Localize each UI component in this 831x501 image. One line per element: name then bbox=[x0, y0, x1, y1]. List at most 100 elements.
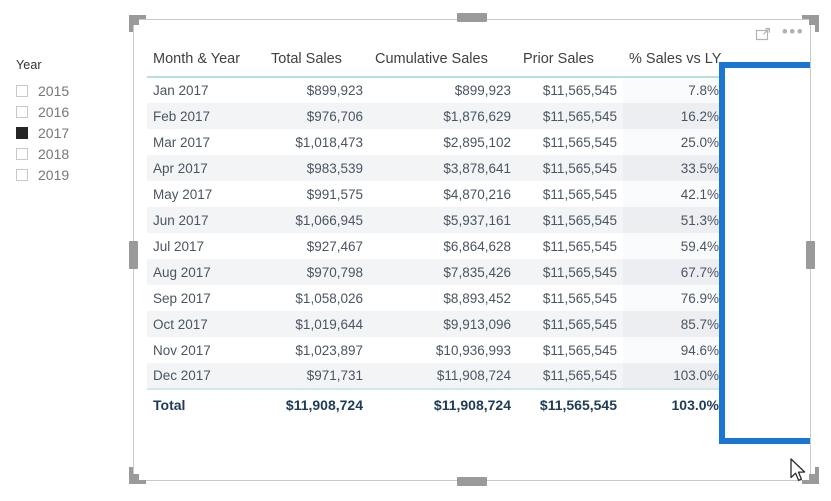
table-row[interactable]: Jan 2017 $899,923 $899,923 $11,565,545 7.8% bbox=[147, 77, 725, 103]
data-table-wrapper: Month & Year Total Sales Cumulative Sale… bbox=[147, 47, 725, 420]
cell-total-sales: $1,019,644 bbox=[265, 311, 369, 337]
cell-total-sales: $976,706 bbox=[265, 103, 369, 129]
cell-prior-sales: $11,565,545 bbox=[517, 311, 623, 337]
total-cell-pct-sales-vs-ly: 103.0% bbox=[623, 388, 725, 420]
cell-pct-sales-vs-ly: 51.3% bbox=[623, 207, 725, 233]
resize-handle-bottom-left[interactable] bbox=[129, 467, 146, 484]
cell-total-sales: $1,018,473 bbox=[295, 134, 363, 150]
cell-cumulative-sales: $5,937,161 bbox=[369, 207, 517, 233]
cell-month-year: Jun 2017 bbox=[147, 207, 265, 233]
visual-header-actions[interactable]: ••• bbox=[754, 23, 803, 44]
cell-prior-sales: $11,565,545 bbox=[517, 363, 623, 389]
cell-pct-sales-vs-ly: 59.4% bbox=[623, 233, 725, 259]
cell-prior-sales: $11,565,545 bbox=[542, 238, 617, 254]
table-visual[interactable]: ••• Month & Year Total Sales Cumulative … bbox=[133, 19, 811, 481]
cell-month-year: Jul 2017 bbox=[153, 238, 205, 254]
slicer-item-2016[interactable]: 2016 bbox=[16, 101, 116, 122]
cell-prior-sales: $11,565,545 bbox=[542, 342, 617, 358]
checkbox-icon[interactable] bbox=[16, 147, 28, 160]
cell-total-sales: $1,023,897 bbox=[295, 342, 363, 358]
slicer-item-2015[interactable]: 2015 bbox=[16, 80, 116, 101]
table-row[interactable]: Jul 2017 $927,467 $6,864,628 $11,565,545 59.… bbox=[147, 233, 725, 259]
cell-cumulative-sales: $6,864,628 bbox=[443, 238, 511, 254]
checkbox-icon[interactable] bbox=[16, 168, 28, 181]
cell-month-year: Jan 2017 bbox=[153, 83, 209, 98]
cell-cumulative-sales: $3,878,641 bbox=[369, 155, 517, 181]
table-visual-body: ••• Month & Year Total Sales Cumulative … bbox=[134, 20, 810, 480]
slicer-item-label: 2016 bbox=[38, 103, 70, 120]
table-row[interactable]: Feb 2017 $976,706 $1,876,629 $11,565,545 16.… bbox=[147, 103, 725, 129]
cell-pct-sales-vs-ly: 42.1% bbox=[623, 181, 725, 207]
cell-month-year: Nov 2017 bbox=[153, 342, 211, 358]
more-options-icon[interactable]: ••• bbox=[782, 23, 803, 44]
cell-pct-sales-vs-ly: 103.0% bbox=[623, 363, 725, 389]
cell-month-year: Sep 2017 bbox=[153, 290, 211, 306]
cell-prior-sales: $11,565,545 bbox=[517, 155, 623, 181]
cell-cumulative-sales: $4,870,216 bbox=[443, 186, 511, 202]
slicer-item-list[interactable]: 2015 2016 2017 2018 2019 bbox=[16, 80, 116, 185]
cell-total-sales: $899,923 bbox=[306, 83, 363, 98]
column-header-month-year[interactable]: Month & Year bbox=[147, 47, 265, 78]
cell-total-sales: $1,058,026 bbox=[295, 290, 363, 306]
resize-handle-top[interactable] bbox=[457, 13, 487, 22]
slicer-item-label: 2019 bbox=[38, 166, 70, 183]
power-bi-report-canvas: Year 2015 2016 2017 2018 2019 ••• Month … bbox=[0, 0, 831, 501]
focus-mode-icon[interactable] bbox=[754, 26, 772, 44]
cell-month-year: Apr 2017 bbox=[147, 155, 265, 181]
column-highlight-box bbox=[719, 62, 810, 444]
cell-prior-sales: $11,565,545 bbox=[517, 259, 623, 285]
table-header: Month & Year Total Sales Cumulative Sale… bbox=[147, 47, 725, 78]
cell-total-sales: $970,798 bbox=[265, 259, 369, 285]
cell-cumulative-sales: $899,923 bbox=[454, 83, 511, 98]
table-row[interactable]: Aug 2017 $970,798 $7,835,426 $11,565,545 67.… bbox=[147, 259, 725, 285]
cell-pct-sales-vs-ly: 85.7% bbox=[623, 311, 725, 337]
table-row[interactable]: Apr 2017 $983,539 $3,878,641 $11,565,545 33.… bbox=[147, 155, 725, 181]
table-row[interactable]: Dec 2017 $971,731 $11,908,724 $11,565,545 10… bbox=[147, 363, 725, 389]
cell-total-sales: $983,539 bbox=[265, 155, 369, 181]
column-header-total-sales[interactable]: Total Sales bbox=[265, 47, 369, 78]
cell-pct-sales-vs-ly: 7.8% bbox=[623, 77, 725, 103]
resize-handle-bottom[interactable] bbox=[457, 477, 487, 486]
table-row[interactable]: May 2017 $991,575 $4,870,216 $11,565,545 42.… bbox=[147, 181, 725, 207]
cell-prior-sales: $11,565,545 bbox=[517, 103, 623, 129]
checkbox-icon[interactable] bbox=[16, 126, 28, 139]
table-row[interactable]: Oct 2017 $1,019,644 $9,913,096 $11,565,545 8… bbox=[147, 311, 725, 337]
column-header-pct-sales-vs-ly[interactable]: % Sales vs LY bbox=[623, 47, 725, 78]
resize-handle-bottom-right[interactable] bbox=[802, 467, 819, 484]
cell-prior-sales: $11,565,545 bbox=[542, 290, 617, 306]
cell-cumulative-sales: $11,908,724 bbox=[369, 363, 517, 389]
slicer-item-2019[interactable]: 2019 bbox=[16, 164, 116, 185]
total-cell-cumulative-sales: $11,908,724 bbox=[369, 388, 517, 420]
checkbox-icon[interactable] bbox=[16, 84, 28, 97]
slicer-item-label: 2017 bbox=[38, 124, 70, 141]
resize-handle-top-right[interactable] bbox=[802, 15, 819, 32]
data-table: Month & Year Total Sales Cumulative Sale… bbox=[147, 47, 725, 420]
table-row[interactable]: Nov 2017 $1,023,897 $10,936,993 $11,565,545… bbox=[147, 337, 725, 363]
column-header-cumulative-sales[interactable]: Cumulative Sales bbox=[369, 47, 517, 78]
resize-handle-right[interactable] bbox=[806, 241, 815, 269]
cell-prior-sales: $11,565,545 bbox=[517, 207, 623, 233]
total-cell-month-year: Total bbox=[147, 388, 265, 420]
total-cell-prior-sales: $11,565,545 bbox=[517, 388, 623, 420]
cell-pct-sales-vs-ly: 67.7% bbox=[623, 259, 725, 285]
cell-prior-sales: $11,565,545 bbox=[542, 83, 617, 98]
table-row[interactable]: Mar 2017 $1,018,473 $2,895,102 $11,565,545 2… bbox=[147, 129, 725, 155]
table-row[interactable]: Jun 2017 $1,066,945 $5,937,161 $11,565,545 5… bbox=[147, 207, 725, 233]
resize-handle-top-left[interactable] bbox=[129, 15, 146, 32]
slicer-item-2018[interactable]: 2018 bbox=[16, 143, 116, 164]
cell-month-year: Aug 2017 bbox=[147, 259, 265, 285]
cell-total-sales: $927,467 bbox=[306, 238, 363, 254]
year-slicer[interactable]: Year 2015 2016 2017 2018 2019 bbox=[16, 58, 116, 185]
cell-cumulative-sales: $1,876,629 bbox=[369, 103, 517, 129]
slicer-item-2017[interactable]: 2017 bbox=[16, 122, 116, 143]
resize-handle-left[interactable] bbox=[129, 241, 138, 269]
cell-prior-sales: $11,565,545 bbox=[542, 186, 617, 202]
cell-cumulative-sales: $8,893,452 bbox=[443, 290, 511, 306]
table-row[interactable]: Sep 2017 $1,058,026 $8,893,452 $11,565,545 7… bbox=[147, 285, 725, 311]
cell-month-year: Mar 2017 bbox=[153, 134, 211, 150]
column-header-prior-sales[interactable]: Prior Sales bbox=[517, 47, 623, 78]
checkbox-icon[interactable] bbox=[16, 105, 28, 118]
cell-month-year: Oct 2017 bbox=[147, 311, 265, 337]
table-body: Jan 2017 $899,923 $899,923 $11,565,545 7.8% F… bbox=[147, 77, 725, 420]
slicer-title: Year bbox=[16, 58, 42, 72]
